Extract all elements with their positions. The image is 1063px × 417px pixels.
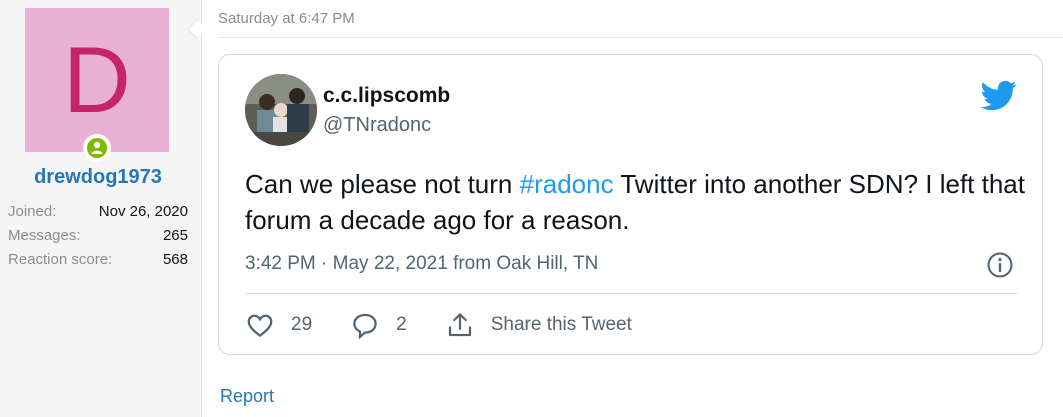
like-count: 29 xyxy=(291,314,313,335)
user-stats: Joined: Nov 26, 2020 Messages: 265 React… xyxy=(8,202,188,274)
stat-label: Joined: xyxy=(8,203,57,220)
user-avatar[interactable]: D xyxy=(25,8,169,152)
tweet-author-handle[interactable]: @TNradonc xyxy=(323,114,431,137)
like-button[interactable]: 29 xyxy=(245,310,312,340)
reply-button[interactable]: 2 xyxy=(350,310,407,340)
share-button[interactable]: Share this Tweet xyxy=(445,310,632,340)
username-link[interactable]: drewdog1973 xyxy=(0,166,196,189)
tweet-author-name[interactable]: c.c.lipscomb xyxy=(323,84,450,108)
stat-value: 568 xyxy=(162,251,188,268)
tweet-author-avatar[interactable] xyxy=(245,74,317,146)
heart-icon xyxy=(247,314,273,338)
report-link[interactable]: Report xyxy=(220,386,274,407)
meta-separator: · xyxy=(315,253,333,274)
stat-joined: Joined: Nov 26, 2020 xyxy=(8,202,188,226)
tweet-text: Can we please not turn #radonc Twitter i… xyxy=(245,166,1035,238)
stat-messages: Messages: 265 xyxy=(8,226,188,250)
avatar-letter: D xyxy=(63,27,131,132)
reply-bubble-icon xyxy=(353,313,377,340)
tweet-date-location: May 22, 2021 from Oak Hill, TN xyxy=(332,253,599,274)
stat-label: Reaction score: xyxy=(8,251,113,268)
hashtag-link[interactable]: #radonc xyxy=(520,169,614,199)
embedded-tweet[interactable]: c.c.lipscomb @TNradonc Can we please not… xyxy=(218,54,1043,355)
share-icon xyxy=(448,313,471,337)
tweet-timestamp[interactable]: 3:42 PM · May 22, 2021 from Oak Hill, TN xyxy=(245,253,598,275)
share-label: Share this Tweet xyxy=(490,314,632,335)
stat-value: 265 xyxy=(162,227,188,244)
info-icon[interactable] xyxy=(986,251,1014,279)
tweet-actions: 29 2 Share this Tweet xyxy=(245,310,670,340)
stat-value: Nov 26, 2020 xyxy=(98,203,188,220)
twitter-bird-icon[interactable] xyxy=(980,77,1017,113)
post-date[interactable]: Saturday at 6:47 PM xyxy=(218,10,355,27)
tweet-divider xyxy=(245,293,1017,294)
tweet-text-start: Can we please not turn xyxy=(245,169,520,199)
user-online-icon xyxy=(83,134,111,162)
reply-count: 2 xyxy=(396,314,407,335)
stat-reaction-score: Reaction score: 568 xyxy=(8,250,188,274)
tweet-time: 3:42 PM xyxy=(245,253,316,274)
message-user-column: D drewdog1973 Joined: Nov 26, 2020 Messa… xyxy=(0,0,202,417)
divider xyxy=(218,37,1063,38)
stat-label: Messages: xyxy=(8,227,81,244)
